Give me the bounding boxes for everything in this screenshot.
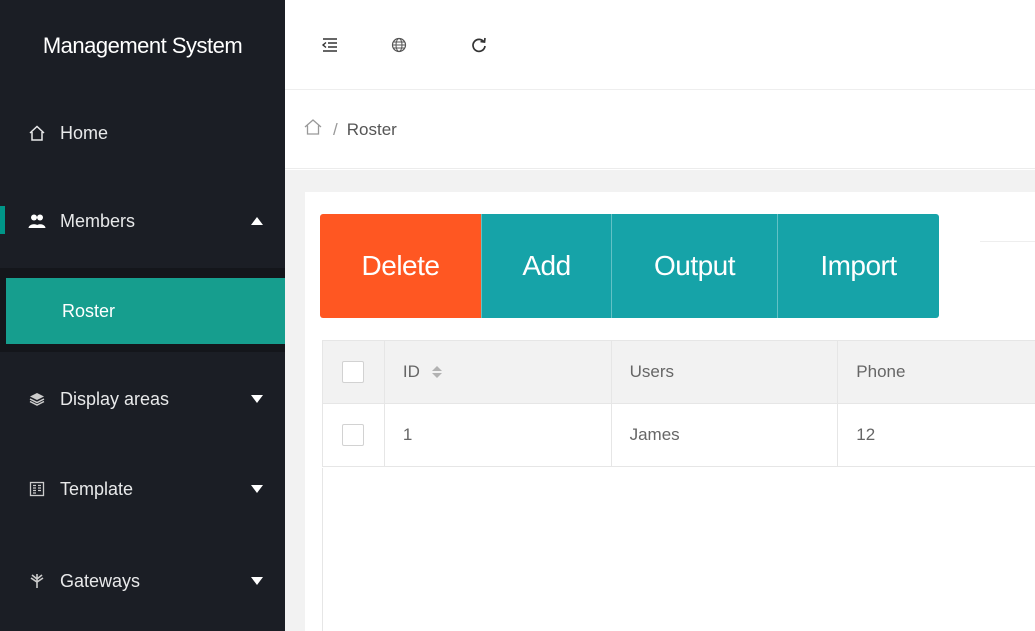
- table-header-row: ID Users Phone: [323, 341, 1035, 404]
- layers-icon: [28, 390, 46, 408]
- chevron-down-icon: [251, 577, 263, 585]
- column-header-label: ID: [402, 362, 420, 381]
- sidebar-item-label: Display areas: [60, 388, 170, 409]
- table-border: [322, 468, 323, 631]
- sidebar-item-roster[interactable]: Roster: [6, 278, 285, 344]
- cell-id: 1: [385, 404, 612, 466]
- sort-icon[interactable]: [431, 366, 442, 378]
- import-button[interactable]: Import: [777, 214, 939, 318]
- menu-fold-icon[interactable]: [319, 34, 341, 56]
- globe-icon[interactable]: [388, 34, 410, 56]
- data-table: ID Users Phone 1 James 12: [322, 340, 1035, 467]
- divider: [980, 241, 1035, 242]
- breadcrumb-current: Roster: [346, 119, 397, 139]
- delete-button[interactable]: Delete: [320, 214, 481, 318]
- chevron-down-icon: [251, 485, 263, 493]
- sidebar-item-display-areas[interactable]: Display areas: [0, 366, 285, 432]
- users-icon: [28, 212, 46, 230]
- column-header-phone: Phone: [838, 341, 1035, 403]
- home-icon[interactable]: [303, 117, 323, 142]
- top-bar: [285, 0, 1035, 90]
- select-all-checkbox[interactable]: [342, 361, 365, 383]
- template-icon: [28, 480, 46, 498]
- column-header-label: Users: [629, 362, 674, 381]
- sidebar-item-label: Gateways: [60, 570, 141, 591]
- select-all-cell: [323, 341, 385, 403]
- column-header-users: Users: [612, 341, 839, 403]
- sidebar-item-home[interactable]: Home: [0, 100, 285, 166]
- sidebar-item-members[interactable]: Members: [0, 188, 285, 254]
- output-button[interactable]: Output: [611, 214, 777, 318]
- column-header-id[interactable]: ID: [385, 341, 612, 403]
- cell-phone: 12: [856, 425, 876, 444]
- column-header-label: Phone: [856, 362, 906, 381]
- cell-user: James: [612, 404, 839, 466]
- gateway-icon: [28, 572, 46, 590]
- add-button[interactable]: Add: [481, 214, 611, 318]
- toolbar: Delete Add Output Import: [320, 214, 939, 318]
- sidebar-item-template[interactable]: Template: [0, 456, 285, 522]
- breadcrumb: / Roster: [285, 91, 1035, 169]
- sidebar-item-label: Template: [60, 478, 134, 499]
- sidebar-item-label: Members: [60, 210, 136, 231]
- table-row[interactable]: 1 James 12: [323, 404, 1035, 467]
- sidebar-item-label: Home: [60, 122, 109, 143]
- chevron-down-icon: [251, 395, 263, 403]
- submenu: Roster: [0, 268, 285, 352]
- refresh-icon[interactable]: [468, 34, 490, 56]
- home-icon: [28, 124, 46, 142]
- sidebar: Management System Home Members Roster Di…: [0, 0, 285, 631]
- row-select-cell: [323, 404, 385, 466]
- chevron-up-icon: [251, 217, 263, 225]
- row-checkbox[interactable]: [342, 424, 365, 446]
- app-title: Management System: [42, 33, 243, 58]
- breadcrumb-separator: /: [333, 119, 338, 139]
- sidebar-item-gateways[interactable]: Gateways: [0, 548, 285, 614]
